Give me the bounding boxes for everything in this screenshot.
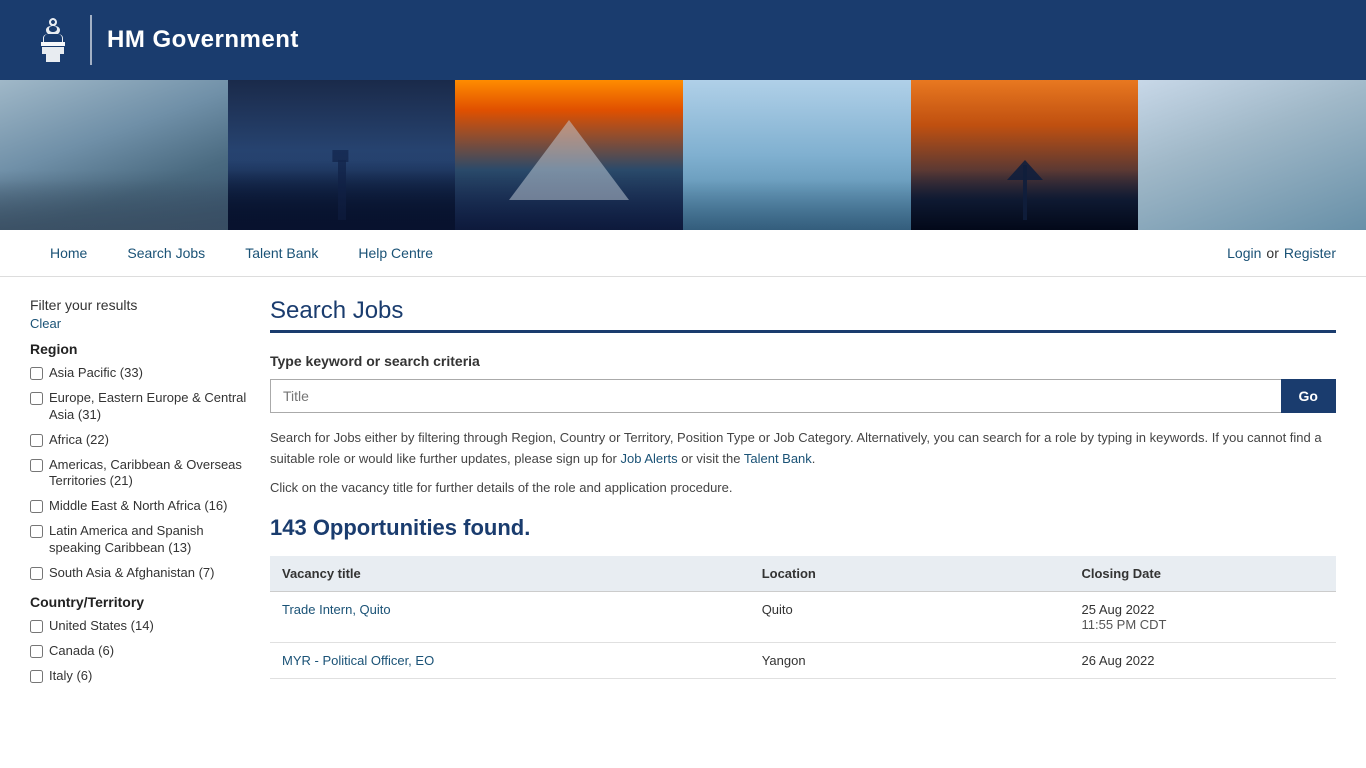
register-link[interactable]: Register: [1284, 245, 1336, 261]
nav-links: Home Search Jobs Talent Bank Help Centre: [30, 230, 453, 276]
site-title: HM Government: [107, 26, 299, 54]
vacancy-link[interactable]: Trade Intern, Quito: [282, 602, 391, 617]
region-asia-pacific-label: Asia Pacific (33): [49, 365, 143, 382]
search-description: Search for Jobs either by filtering thro…: [270, 428, 1336, 470]
region-section-title: Region: [30, 341, 250, 357]
title-underline: [270, 330, 1336, 333]
hero-image-4: [683, 80, 911, 230]
region-asia-pacific-checkbox[interactable]: [30, 367, 43, 380]
filter-region-latin-america[interactable]: Latin America and Spanish speaking Carib…: [30, 523, 250, 557]
nav-talent-bank[interactable]: Talent Bank: [225, 230, 338, 276]
col-closing-date: Closing Date: [1069, 556, 1336, 592]
country-canada-label: Canada (6): [49, 643, 114, 660]
filter-country-italy[interactable]: Italy (6): [30, 668, 250, 685]
filter-country-us[interactable]: United States (14): [30, 618, 250, 635]
filter-country-canada[interactable]: Canada (6): [30, 643, 250, 660]
country-canada-checkbox[interactable]: [30, 645, 43, 658]
nav-auth: Login or Register: [1227, 245, 1336, 261]
region-europe-label: Europe, Eastern Europe & Central Asia (3…: [49, 390, 250, 424]
vacancy-location-cell: Quito: [750, 591, 1070, 642]
nav-or-text: or: [1266, 245, 1278, 261]
hero-image-1: [0, 80, 228, 230]
hero-image-5: [911, 80, 1139, 230]
hero-image-3: [455, 80, 683, 230]
search-button[interactable]: Go: [1281, 379, 1336, 413]
region-south-asia-label: South Asia & Afghanistan (7): [49, 565, 215, 582]
opportunities-count: 143 Opportunities found.: [270, 515, 1336, 541]
hero-banner: [0, 80, 1366, 230]
job-alerts-link[interactable]: Job Alerts: [621, 451, 678, 466]
filter-region-europe[interactable]: Europe, Eastern Europe & Central Asia (3…: [30, 390, 250, 424]
page-title: Search Jobs: [270, 297, 1336, 325]
region-middle-east-checkbox[interactable]: [30, 500, 43, 513]
vacancy-title-cell: MYR - Political Officer, EO: [270, 642, 750, 678]
login-link[interactable]: Login: [1227, 245, 1261, 261]
country-section-title: Country/Territory: [30, 594, 250, 610]
vacancy-closing-cell: 25 Aug 202211:55 PM CDT: [1069, 591, 1336, 642]
vacancy-closing-cell: 26 Aug 2022: [1069, 642, 1336, 678]
filter-title: Filter your results: [30, 297, 250, 313]
filter-clear-link[interactable]: Clear: [30, 316, 250, 331]
header: HM Government: [0, 0, 1366, 80]
content-area: Search Jobs Type keyword or search crite…: [270, 297, 1336, 693]
region-americas-checkbox[interactable]: [30, 459, 43, 472]
talent-bank-link[interactable]: Talent Bank: [744, 451, 812, 466]
navigation: Home Search Jobs Talent Bank Help Centre…: [0, 230, 1366, 277]
search-input[interactable]: [270, 379, 1281, 413]
region-africa-label: Africa (22): [49, 432, 109, 449]
region-africa-checkbox[interactable]: [30, 434, 43, 447]
table-header-row: Vacancy title Location Closing Date: [270, 556, 1336, 592]
region-europe-checkbox[interactable]: [30, 392, 43, 405]
search-criteria-label: Type keyword or search criteria: [270, 353, 1336, 369]
filter-region-africa[interactable]: Africa (22): [30, 432, 250, 449]
filter-region-americas[interactable]: Americas, Caribbean & Overseas Territori…: [30, 457, 250, 491]
search-bar: Go: [270, 379, 1336, 413]
region-latin-america-checkbox[interactable]: [30, 525, 43, 538]
region-south-asia-checkbox[interactable]: [30, 567, 43, 580]
vacancy-location-cell: Yangon: [750, 642, 1070, 678]
header-divider: [90, 15, 92, 65]
country-us-label: United States (14): [49, 618, 154, 635]
vacancy-title-cell: Trade Intern, Quito: [270, 591, 750, 642]
region-middle-east-label: Middle East & North Africa (16): [49, 498, 227, 515]
hero-image-6: [1138, 80, 1366, 230]
region-americas-label: Americas, Caribbean & Overseas Territori…: [49, 457, 250, 491]
sidebar: Filter your results Clear Region Asia Pa…: [30, 297, 250, 693]
vacancy-link[interactable]: MYR - Political Officer, EO: [282, 653, 434, 668]
main-layout: Filter your results Clear Region Asia Pa…: [0, 277, 1366, 713]
col-vacancy-title: Vacancy title: [270, 556, 750, 592]
table-row: MYR - Political Officer, EO Yangon 26 Au…: [270, 642, 1336, 678]
nav-help-centre[interactable]: Help Centre: [338, 230, 453, 276]
results-table: Vacancy title Location Closing Date Trad…: [270, 556, 1336, 679]
filter-region-middle-east[interactable]: Middle East & North Africa (16): [30, 498, 250, 515]
country-italy-label: Italy (6): [49, 668, 92, 685]
country-italy-checkbox[interactable]: [30, 670, 43, 683]
col-location: Location: [750, 556, 1070, 592]
or-visit-text: or visit the: [681, 451, 740, 466]
region-latin-america-label: Latin America and Spanish speaking Carib…: [49, 523, 250, 557]
nav-search-jobs[interactable]: Search Jobs: [107, 230, 225, 276]
country-us-checkbox[interactable]: [30, 620, 43, 633]
hero-image-2: [228, 80, 456, 230]
filter-region-asia-pacific[interactable]: Asia Pacific (33): [30, 365, 250, 382]
nav-home[interactable]: Home: [30, 230, 107, 276]
filter-region-south-asia[interactable]: South Asia & Afghanistan (7): [30, 565, 250, 582]
table-row: Trade Intern, Quito Quito 25 Aug 202211:…: [270, 591, 1336, 642]
click-info-text: Click on the vacancy title for further d…: [270, 480, 1336, 495]
government-crest: [30, 15, 75, 65]
